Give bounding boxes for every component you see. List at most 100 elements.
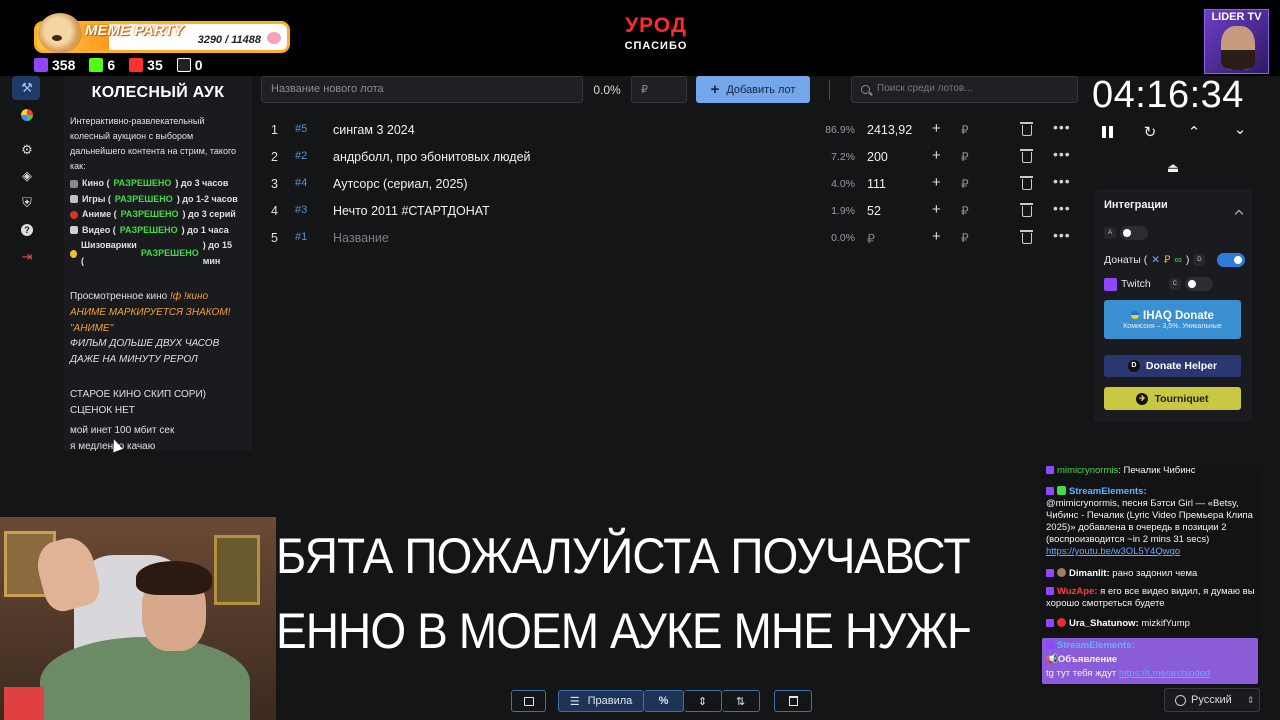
rule-text: Кино (: [82, 178, 110, 188]
more-icon[interactable]: •••: [1053, 227, 1071, 243]
ukraine-flag-icon: [1131, 310, 1140, 319]
more-icon[interactable]: •••: [1053, 200, 1071, 216]
ihaq-label: IHAQ Donate: [1143, 309, 1214, 322]
ihaq-donate-button[interactable]: IHAQ Donate Комиссия – 3,5%. Уникальные: [1104, 300, 1241, 339]
rule-limit: ) до 3 часов: [175, 178, 229, 188]
integration-row-a: A: [1104, 226, 1148, 240]
wheel-icon[interactable]: [17, 105, 37, 125]
toolbar-button-sort[interactable]: ⇅: [722, 690, 760, 712]
chat-link[interactable]: https://youtu.be/w3OL5Y4Qwqo: [1046, 546, 1256, 558]
lot-row[interactable]: 3 #4 Аутсорс (сериал, 2025) 4.0% 111 + ₽ •••: [261, 171, 1073, 198]
toolbar-button-clear[interactable]: [774, 690, 812, 712]
toggle-a[interactable]: [1120, 226, 1148, 240]
lot-name-input[interactable]: сингам 3 2024: [333, 123, 415, 137]
twitch-icon: [1046, 587, 1054, 595]
lot-name-input[interactable]: Название: [333, 231, 389, 245]
more-icon[interactable]: •••: [1053, 119, 1071, 135]
auction-description-panel: КОЛЕСНЫЙ АУК Интерактивно-развлекательны…: [64, 76, 252, 452]
layers-icon[interactable]: ◈: [17, 166, 37, 186]
trash-icon[interactable]: [1020, 122, 1033, 136]
add-lot-button[interactable]: + Добавить лот: [696, 76, 810, 103]
add-amount-icon[interactable]: +: [932, 228, 941, 245]
lot-hash[interactable]: #4: [295, 177, 307, 189]
add-amount-field[interactable]: ₽: [961, 150, 969, 164]
split-icon: ⇕: [697, 695, 708, 708]
stat-live: 35: [129, 57, 163, 73]
chat-text: @mimicrynormis, песня Бэтси Girl — «Bets…: [1046, 498, 1253, 545]
rule-text: Шизоварики (: [81, 240, 137, 266]
avatar: [1057, 618, 1066, 627]
language-select[interactable]: Русский ⇕: [1164, 688, 1260, 712]
lot-name-input[interactable]: Аутсорс (сериал, 2025): [333, 177, 468, 191]
webcam-feed: [0, 517, 276, 720]
lot-amount-input[interactable]: 200: [867, 150, 888, 164]
tourniquet-label: Tourniquet: [1154, 392, 1209, 405]
stat-w-value: 0: [194, 57, 203, 73]
trash-icon[interactable]: [1020, 230, 1033, 244]
lot-name-input[interactable]: Нечто 2011 #СТАРТДОНАТ: [333, 204, 490, 218]
overlay-alert-title: УРОД: [625, 14, 687, 37]
rules-button[interactable]: ☰ Правила: [558, 690, 644, 712]
rule-schizo: Шизоварики (РАЗРЕШЕНО) до 15 мин: [70, 238, 246, 269]
lot-name-input[interactable]: андрболл, про эбонитовых людей: [333, 150, 531, 164]
megaphone-icon: 📢: [1046, 654, 1058, 665]
add-amount-icon[interactable]: +: [932, 201, 941, 218]
chevron-up-icon[interactable]: ⌃: [1184, 120, 1204, 144]
collapse-icon[interactable]: ⏏: [1164, 160, 1182, 178]
add-amount-field[interactable]: ₽: [961, 231, 969, 245]
trash-icon[interactable]: [1020, 149, 1033, 163]
add-amount-icon[interactable]: +: [932, 174, 941, 191]
stat-twitch: 358: [34, 57, 75, 73]
lot-amount-input[interactable]: 111: [867, 177, 886, 191]
twitch-icon: [1046, 619, 1054, 627]
lot-amount-input[interactable]: 52: [867, 204, 881, 218]
lot-row[interactable]: 4 #3 Нечто 2011 #СТАРТДОНАТ 1.9% 52 + ₽ •••: [261, 198, 1073, 225]
add-amount-field[interactable]: ₽: [961, 123, 969, 137]
more-icon[interactable]: •••: [1053, 146, 1071, 162]
new-lot-amount-input[interactable]: ₽: [631, 76, 687, 103]
lot-row[interactable]: 2 #2 андрболл, про эбонитовых людей 7.2% 200…: [261, 144, 1073, 171]
toolbar-button-archive[interactable]: [511, 690, 546, 712]
lot-row[interactable]: 5 #1 Название 0.0% ₽ + ₽ •••: [261, 225, 1073, 252]
chevron-down-icon[interactable]: ⌄: [1230, 117, 1250, 141]
lot-hash[interactable]: #5: [295, 123, 307, 135]
lot-amount-input[interactable]: ₽: [867, 231, 875, 246]
add-amount-icon[interactable]: +: [932, 147, 941, 164]
lot-hash[interactable]: #2: [295, 150, 307, 162]
donate-helper-button[interactable]: D Donate Helper: [1104, 355, 1241, 377]
add-amount-field[interactable]: ₽: [961, 177, 969, 191]
trash-icon[interactable]: [1020, 176, 1033, 190]
toggle-donations[interactable]: [1217, 253, 1246, 267]
trash-icon[interactable]: [1020, 203, 1033, 217]
add-amount-icon[interactable]: +: [932, 120, 941, 137]
tourniquet-button[interactable]: ✈ Tourniquet: [1104, 387, 1241, 410]
toolbar-button-split[interactable]: ⇕: [684, 690, 722, 712]
lot-amount-input[interactable]: 2413,92: [867, 123, 912, 137]
lot-hash[interactable]: #3: [295, 204, 307, 216]
chat-link[interactable]: https://t.me/archiodod: [1119, 668, 1210, 679]
more-icon[interactable]: •••: [1053, 173, 1071, 189]
lot-row[interactable]: 1 #5 сингам 3 2024 86.9% 2413,92 + ₽ •••: [261, 117, 1073, 144]
chevron-up-icon[interactable]: [1234, 209, 1244, 219]
lot-hash[interactable]: #1: [295, 231, 307, 243]
chat-username: Dimanlit:: [1069, 568, 1110, 579]
search-input[interactable]: Поиск среди лотов...: [851, 76, 1078, 103]
sort-icon: ⇅: [735, 695, 746, 708]
logout-icon[interactable]: ⇥: [17, 247, 37, 267]
new-lot-name-input[interactable]: Название нового лота: [261, 76, 583, 103]
chat-message: StreamElements: @mimicrynormis, песня Бэ…: [1046, 486, 1256, 558]
percent-toggle-button[interactable]: %: [644, 690, 684, 712]
rule-text: Видео (: [82, 224, 116, 235]
pause-icon[interactable]: [1097, 120, 1117, 144]
help-icon[interactable]: ?: [17, 220, 37, 240]
gear-icon[interactable]: ⚙: [17, 140, 37, 160]
timer-controls: ↻ ⌃ ⌄: [1094, 120, 1254, 144]
auction-hammer-icon[interactable]: ⚒: [17, 78, 37, 98]
toggle-twitch[interactable]: [1184, 277, 1213, 291]
tourniquet-icon: ✈: [1136, 392, 1149, 405]
add-amount-field[interactable]: ₽: [961, 204, 969, 218]
shield-icon[interactable]: ⛨: [17, 193, 37, 213]
reset-icon[interactable]: ↻: [1140, 120, 1160, 144]
integration-row-twitch: Twitch C: [1104, 277, 1213, 291]
integration-row-donations: Донаты ( ✕ Ꝑ ∞ ) D: [1104, 253, 1246, 267]
